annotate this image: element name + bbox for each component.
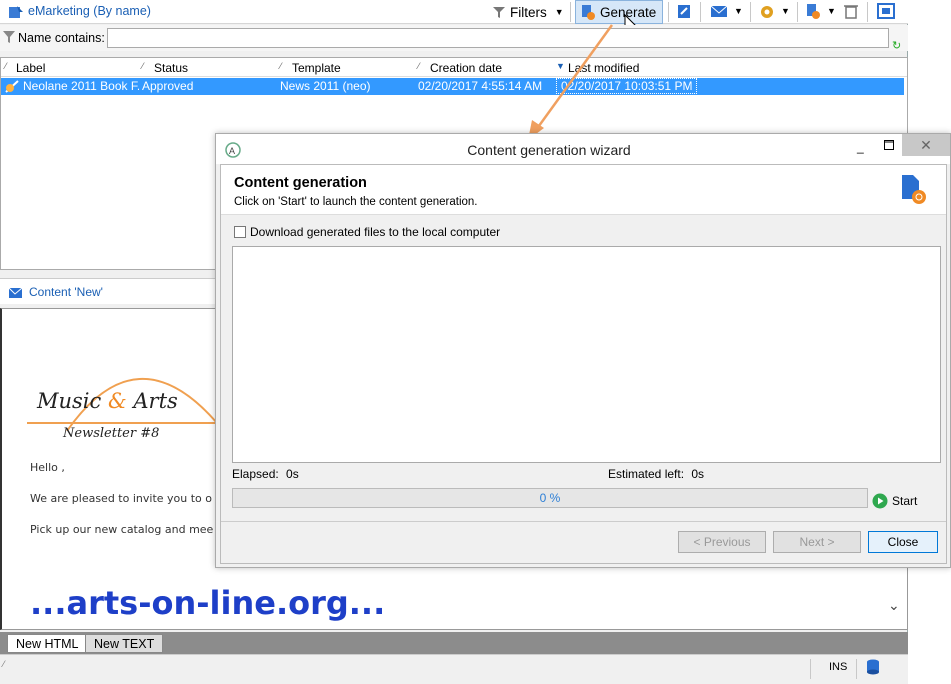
toolbar-separator — [750, 2, 751, 22]
toolbar-separator — [797, 2, 798, 22]
annotation-arrow — [528, 24, 614, 140]
newsletter-line-1: We are pleased to invite you to o — [30, 492, 212, 505]
window-title: eMarketing (By name) — [28, 4, 151, 18]
wizard-body: Content generation Click on 'Start' to l… — [220, 164, 947, 564]
sort-icon: ⁄ — [142, 61, 144, 71]
fullscreen-icon[interactable] — [877, 3, 895, 19]
wizard-titlebar: A Content generation wizard _ ✕ — [216, 134, 950, 164]
estimated-value: 0s — [691, 467, 705, 481]
chevron-down-icon: ▼ — [554, 7, 564, 17]
generation-log[interactable] — [232, 246, 941, 463]
previous-button[interactable]: < Previous — [678, 531, 766, 553]
elapsed-label: Elapsed: — [232, 467, 279, 481]
wizard-subtitle: Click on 'Start' to launch the content g… — [234, 196, 478, 208]
toolbar-separator — [570, 2, 571, 22]
trash-icon[interactable] — [843, 3, 859, 19]
name-contains-input[interactable] — [107, 28, 889, 48]
progress-text: 0 % — [539, 491, 561, 505]
elapsed-value: 0s — [286, 467, 299, 481]
estimated-readout: Estimated left: 0s — [608, 467, 704, 481]
gear-icon[interactable] — [758, 3, 776, 21]
newsletter-line-2: Pick up our new catalog and mee — [30, 523, 214, 536]
funnel-icon — [3, 30, 15, 44]
close-button[interactable]: Close — [868, 531, 938, 553]
status-separator — [856, 659, 857, 679]
content-generation-icon — [899, 173, 927, 205]
column-header-label[interactable]: Label — [16, 61, 45, 75]
delivery-icon — [4, 79, 20, 94]
scroll-down-icon[interactable]: ⌄ — [888, 597, 900, 614]
content-tabs: New HTML New TEXT — [0, 632, 908, 654]
list-header: ⁄ Label ⁄ Status ⁄ Template ⁄ Creation d… — [1, 58, 907, 77]
name-contains-label: Name contains: — [18, 31, 105, 45]
cell-template: News 2011 (neo) — [280, 79, 371, 93]
wizard-footer-divider — [221, 521, 946, 522]
brand-arts: Arts — [133, 389, 178, 413]
funnel-icon — [492, 5, 506, 19]
database-icon — [865, 658, 883, 676]
wizard-heading: Content generation — [234, 175, 367, 191]
chevron-down-icon[interactable]: ▼ — [827, 6, 836, 16]
minimize-icon[interactable]: _ — [857, 140, 864, 154]
emarketing-icon — [8, 4, 24, 20]
start-label: Start — [892, 494, 918, 508]
new-content-icon[interactable] — [805, 3, 821, 19]
progress-bar: 0 % — [232, 488, 868, 508]
toolbar-separator — [867, 2, 868, 22]
tab-new-text[interactable]: New TEXT — [85, 634, 164, 653]
sort-icon: ⁄ — [280, 61, 282, 71]
table-row[interactable]: Neolane 2011 Book F... Approved News 201… — [1, 78, 904, 95]
sort-icon: ⁄ — [418, 61, 420, 71]
cell-status: Approved — [142, 79, 194, 93]
content-generation-wizard: A Content generation wizard _ ✕ Content … — [215, 133, 951, 568]
estimated-label: Estimated left: — [608, 467, 685, 481]
wizard-title: Content generation wizard — [467, 142, 631, 158]
toolbar-separator — [668, 2, 669, 22]
elapsed-readout: Elapsed: 0s — [232, 467, 299, 481]
sort-icon: ⁄ — [5, 61, 7, 71]
chevron-down-icon[interactable]: ▼ — [734, 6, 743, 16]
filter-bar: Name contains: ↻ — [0, 25, 908, 52]
content-bar: Content 'New' — [0, 278, 215, 304]
refresh-icon[interactable]: ↻ — [892, 39, 901, 52]
download-checkbox[interactable] — [234, 226, 246, 238]
column-header-creation-date[interactable]: Creation date — [430, 61, 502, 75]
play-icon — [872, 493, 888, 509]
newsletter-brand: Music & Arts — [37, 389, 178, 413]
status-left-marker: ⁄ — [3, 659, 5, 669]
tab-new-html[interactable]: New HTML — [7, 634, 88, 653]
insert-mode-label: INS — [829, 661, 848, 673]
column-header-template[interactable]: Template — [292, 61, 341, 75]
content-icon — [8, 284, 24, 300]
maximize-icon[interactable] — [884, 139, 894, 153]
status-bar: ⁄ INS — [0, 654, 908, 684]
brand-music: Music — [37, 389, 102, 413]
edit-icon[interactable] — [676, 3, 692, 19]
generate-icon — [580, 4, 596, 20]
filters-button[interactable]: Filters ▼ — [492, 2, 564, 22]
watermark-text: ...arts-on-line.org... — [30, 584, 386, 622]
toolbar-separator — [700, 2, 701, 22]
chevron-down-icon[interactable]: ▼ — [781, 6, 790, 16]
download-label: Download generated files to the local co… — [250, 225, 501, 239]
wizard-header: Content generation Click on 'Start' to l… — [221, 165, 946, 215]
newsletter-greeting: Hello , — [30, 461, 65, 474]
toolbar: eMarketing (By name) Filters ▼ Generate … — [0, 0, 908, 35]
close-icon[interactable]: ✕ — [902, 134, 950, 156]
cell-label: Neolane 2011 Book F... — [23, 79, 139, 93]
status-separator — [810, 659, 811, 679]
filters-label: Filters — [510, 4, 547, 20]
brand-ampersand: & — [107, 389, 127, 413]
column-header-status[interactable]: Status — [154, 61, 188, 75]
start-button[interactable]: Start — [872, 493, 917, 509]
newsletter-issue: Newsletter #8 — [63, 426, 160, 441]
content-title: Content 'New' — [29, 285, 103, 299]
email-icon[interactable] — [710, 3, 730, 19]
next-button[interactable]: Next > — [773, 531, 861, 553]
